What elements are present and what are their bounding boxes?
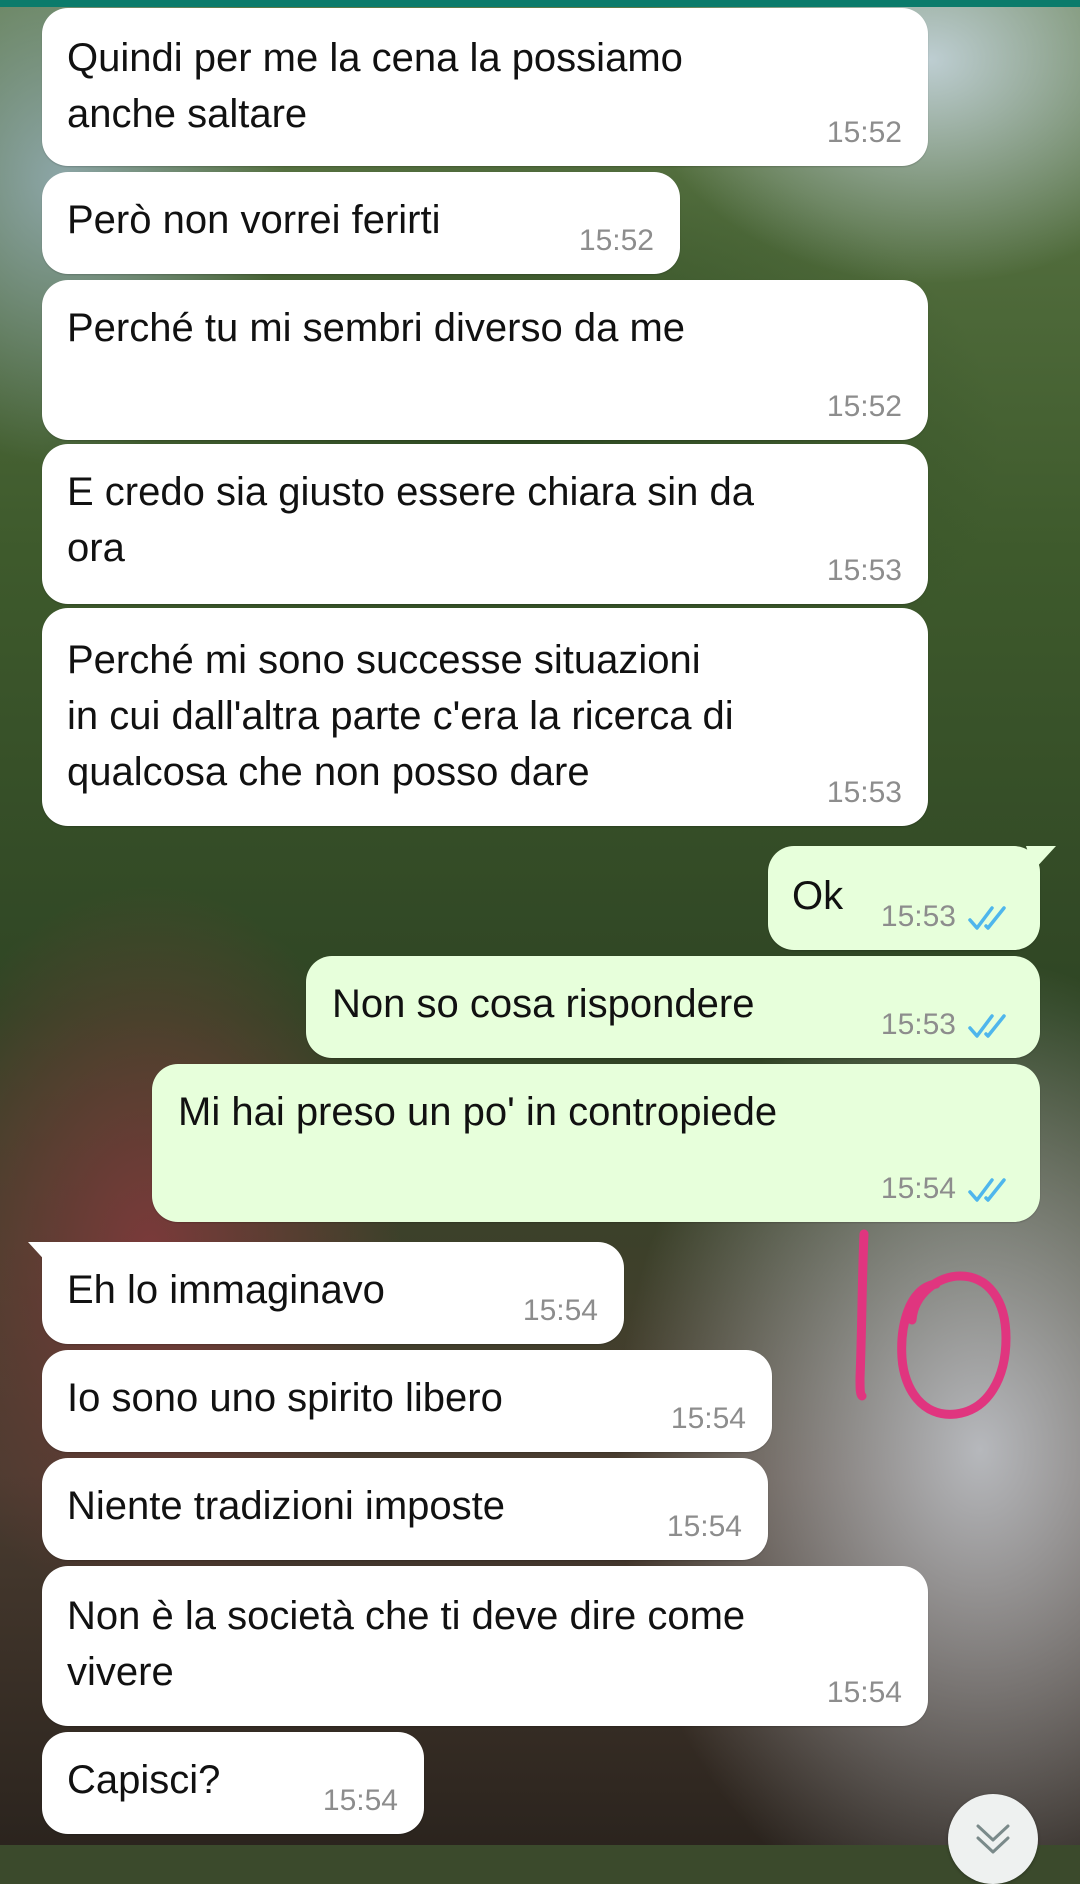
message-text: Però non vorrei ferirti <box>67 198 441 242</box>
message-text: Non so cosa rispondere <box>332 982 755 1026</box>
double-check-icon <box>968 1178 1006 1202</box>
incoming-message[interactable]: Non è la società che ti deve dire come v… <box>42 1566 928 1726</box>
incoming-message[interactable]: Perché tu mi sembri diverso da me 15:52 <box>42 280 928 440</box>
message-time: 15:54 <box>880 1172 956 1205</box>
header-bar-edge <box>0 0 1080 7</box>
incoming-message[interactable]: E credo sia giusto essere chiara sin da … <box>42 444 928 604</box>
message-text: Niente tradizioni imposte <box>67 1484 505 1528</box>
message-text: Perché tu mi sembri diverso da me <box>67 306 686 350</box>
outgoing-message[interactable]: Non so cosa rispondere 15:53 <box>306 956 1040 1058</box>
incoming-message[interactable]: Niente tradizioni imposte 15:54 <box>42 1458 768 1560</box>
message-time: 15:54 <box>666 1510 742 1543</box>
double-check-icon <box>968 1014 1006 1038</box>
bubble-tail <box>1026 846 1056 870</box>
message-text: Eh lo immaginavo <box>67 1268 385 1312</box>
message-text: Mi hai preso un po' in contropiede <box>178 1090 778 1134</box>
message-time: 15:53 <box>826 776 902 809</box>
handwritten-annotation <box>855 1229 1011 1419</box>
message-text: Capisci? <box>67 1758 221 1802</box>
message-text: Perché mi sono successe situazioni in cu… <box>67 638 734 794</box>
message-time: 15:52 <box>826 390 902 423</box>
outgoing-message[interactable]: Mi hai preso un po' in contropiede 15:54 <box>152 1064 1040 1222</box>
incoming-message[interactable]: Quindi per me la cena la possiamo anche … <box>42 8 928 166</box>
message-time: 15:53 <box>880 900 956 933</box>
message-text: Non è la società che ti deve dire come v… <box>67 1594 746 1694</box>
message-time: 15:54 <box>322 1784 398 1817</box>
incoming-message[interactable]: Perché mi sono successe situazioni in cu… <box>42 608 928 826</box>
incoming-message[interactable]: Eh lo immaginavo 15:54 <box>28 1242 624 1344</box>
bubble-tail <box>28 1242 58 1266</box>
incoming-message[interactable]: Io sono uno spirito libero 15:54 <box>42 1350 772 1452</box>
incoming-message[interactable]: Capisci? 15:54 <box>42 1732 424 1834</box>
message-text: Quindi per me la cena la possiamo anche … <box>67 36 683 136</box>
message-text: E credo sia giusto essere chiara sin da … <box>67 470 755 570</box>
message-text: Io sono uno spirito libero <box>67 1376 503 1420</box>
scroll-to-bottom-button[interactable] <box>948 1794 1038 1884</box>
message-time: 15:53 <box>880 1008 956 1041</box>
outgoing-message[interactable]: Ok 15:53 <box>768 846 1056 950</box>
chevron-down-icon <box>976 1824 1010 1854</box>
message-time: 15:54 <box>826 1676 902 1709</box>
message-time: 15:52 <box>826 116 902 149</box>
message-time: 15:54 <box>522 1294 598 1327</box>
double-check-icon <box>968 906 1006 930</box>
message-text: Ok <box>792 874 844 918</box>
message-time: 15:52 <box>578 224 654 257</box>
incoming-message[interactable]: Però non vorrei ferirti 15:52 <box>42 172 680 274</box>
message-time: 15:54 <box>670 1402 746 1435</box>
message-time: 15:53 <box>826 554 902 587</box>
